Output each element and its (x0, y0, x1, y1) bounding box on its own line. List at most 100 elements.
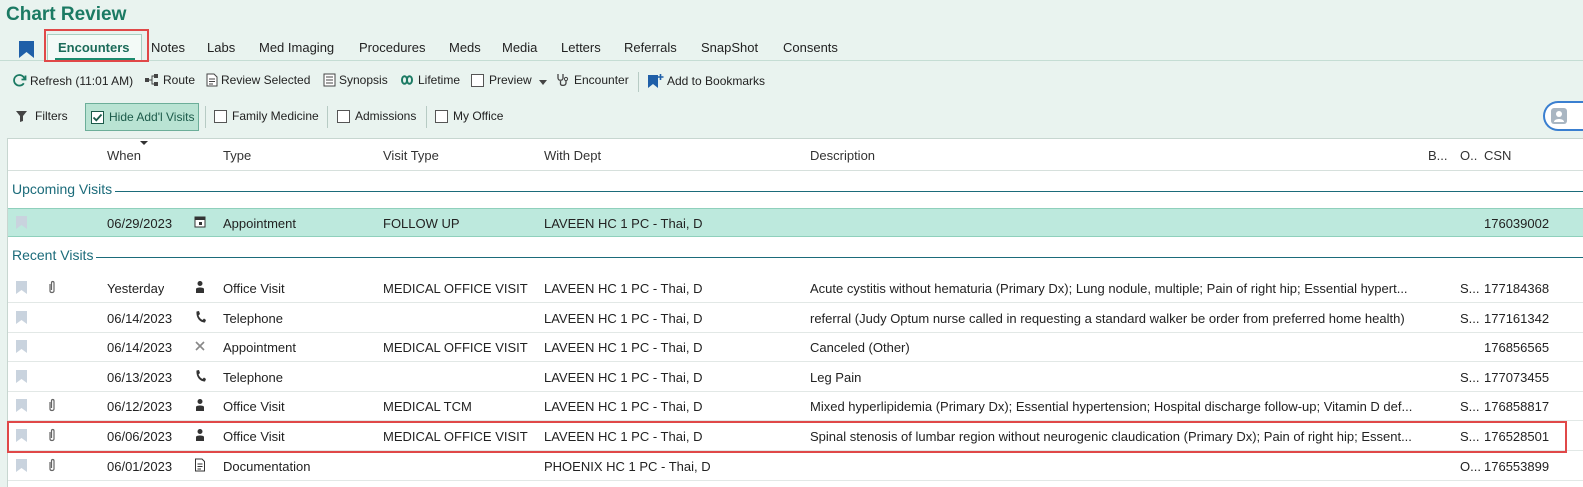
refresh-button[interactable]: Refresh (11:01 AM) (12, 73, 133, 88)
sort-descending-icon (140, 141, 148, 145)
tab-med-imaging[interactable]: Med Imaging (259, 40, 334, 55)
encounter-row[interactable]: 06/29/2023 Appointment FOLLOW UP LAVEEN HC … (8, 208, 1583, 237)
type-cell: Documentation (223, 458, 311, 474)
paperclip-icon (47, 458, 57, 476)
filter-divider (205, 106, 206, 128)
dept-cell: LAVEEN HC 1 PC - Thai, D (544, 340, 703, 356)
toolbar: Refresh (11:01 AM) Route Review Selected… (0, 70, 1583, 94)
b-cell: S... (1460, 399, 1480, 415)
description-cell: Acute cystitis without hematuria (Primar… (810, 281, 1408, 296)
column-csn[interactable]: CSN (1484, 148, 1511, 163)
column-with-dept[interactable]: With Dept (544, 148, 601, 163)
csn-cell: 177184368 (1484, 281, 1550, 296)
refresh-label: Refresh (11:01 AM) (30, 73, 134, 88)
recent-visits-label: Recent Visits (12, 247, 97, 263)
tab-media[interactable]: Media (502, 40, 537, 55)
my-office-checkbox-box[interactable] (435, 109, 448, 123)
b-cell: S... (1460, 310, 1480, 326)
dept-cell: LAVEEN HC 1 PC - Thai, D (544, 216, 703, 231)
chevron-down-icon[interactable] (539, 80, 547, 85)
my-office-label: My Office (453, 109, 504, 123)
tab-labs[interactable]: Labs (207, 40, 235, 55)
lifetime-icon (400, 75, 414, 85)
visit-type-cell: MEDICAL OFFICE VISIT (383, 281, 528, 296)
encounter-row[interactable]: Yesterday Office Visit MEDICAL OFFICE VISI… (8, 274, 1583, 303)
when-cell: 06/01/2023 (107, 458, 173, 474)
lifetime-label: Lifetime (418, 73, 461, 87)
flag-icon[interactable] (16, 399, 27, 413)
column-b[interactable]: B... (1428, 148, 1448, 163)
flag-icon[interactable] (16, 458, 27, 472)
route-icon (145, 74, 158, 86)
encounter-button[interactable]: Encounter (556, 73, 629, 87)
cancel-icon (194, 339, 206, 353)
filters-label: Filters (35, 109, 68, 123)
my-office-checkbox[interactable]: My Office (435, 109, 503, 123)
encounter-row[interactable]: 06/01/2023 Documentation PHOENIX HC 1 PC -… (8, 452, 1583, 481)
side-panel-button[interactable] (1543, 101, 1583, 131)
funnel-icon (16, 110, 27, 122)
paperclip-icon (47, 398, 57, 416)
column-o[interactable]: O.. (1460, 148, 1477, 163)
person-icon (194, 398, 206, 412)
paperclip-icon (47, 280, 57, 298)
dept-cell: LAVEEN HC 1 PC - Thai, D (544, 281, 703, 296)
phone-icon (194, 369, 206, 383)
tab-procedures[interactable]: Procedures (359, 40, 425, 55)
type-cell: Office Visit (223, 281, 285, 296)
upcoming-visits-label: Upcoming Visits (12, 181, 116, 197)
refresh-icon (13, 74, 27, 87)
admissions-checkbox[interactable]: Admissions (337, 109, 416, 123)
synopsis-button[interactable]: Synopsis (323, 73, 388, 87)
column-visit-type[interactable]: Visit Type (383, 148, 439, 163)
description-cell: referral (Judy Optum nurse called in req… (810, 310, 1405, 326)
route-button[interactable]: Route (144, 73, 195, 87)
csn-cell: 176553899 (1484, 458, 1550, 474)
contact-card-icon (1551, 108, 1567, 124)
encounter-row[interactable]: 06/14/2023 Telephone LAVEEN HC 1 PC - Thai… (8, 304, 1583, 333)
add-to-bookmarks-label: Add to Bookmarks (667, 74, 766, 88)
tab-consents[interactable]: Consents (783, 40, 838, 55)
review-selected-label: Review Selected (221, 73, 311, 87)
flag-icon[interactable] (16, 216, 27, 229)
toolbar-divider (638, 72, 639, 92)
flag-icon[interactable] (16, 340, 27, 354)
b-cell: S... (1460, 369, 1480, 385)
stethoscope-icon (557, 74, 569, 87)
preview-checkbox-box[interactable] (471, 73, 484, 87)
tab-meds[interactable]: Meds (449, 40, 481, 55)
filter-bar: Filters Hide Add'l Visits Family Medicin… (0, 102, 1583, 132)
tab-letters[interactable]: Letters (561, 40, 601, 55)
type-cell: Telephone (223, 369, 283, 385)
document-review-icon (206, 73, 218, 87)
encounter-row[interactable]: 06/13/2023 Telephone LAVEEN HC 1 PC - Thai… (8, 363, 1583, 392)
filters-button[interactable]: Filters (16, 109, 68, 123)
encounter-row[interactable]: 06/14/2023 Appointment MEDICAL OFFICE VISI… (8, 333, 1583, 363)
column-type[interactable]: Type (223, 148, 251, 163)
flag-icon[interactable] (16, 281, 27, 294)
review-selected-button[interactable]: Review Selected (206, 73, 310, 87)
encounter-row[interactable]: 06/12/2023 Office Visit MEDICAL TCM LAVEEN … (8, 392, 1583, 422)
bookmark-icon[interactable] (18, 40, 35, 59)
hide-addl-visits-checkbox[interactable] (91, 110, 104, 124)
csn-cell: 177161342 (1484, 310, 1550, 326)
tab-snapshot[interactable]: SnapShot (701, 40, 758, 55)
column-description[interactable]: Description (810, 148, 875, 163)
admissions-checkbox-box[interactable] (337, 109, 350, 123)
page-title: Chart Review (6, 4, 127, 25)
add-to-bookmarks-button[interactable]: Add to Bookmarks (647, 73, 765, 89)
encounter-label: Encounter (574, 73, 629, 87)
tab-notes[interactable]: Notes (151, 40, 185, 55)
lifetime-button[interactable]: Lifetime (399, 73, 460, 87)
family-medicine-checkbox[interactable]: Family Medicine (214, 109, 319, 123)
family-medicine-checkbox-box[interactable] (214, 109, 227, 123)
visit-type-cell: FOLLOW UP (383, 216, 460, 231)
dept-cell: LAVEEN HC 1 PC - Thai, D (544, 310, 703, 326)
flag-icon[interactable] (16, 369, 27, 383)
flag-icon[interactable] (16, 310, 27, 324)
tab-referrals[interactable]: Referrals (624, 40, 677, 55)
hide-addl-visits-toggle[interactable]: Hide Add'l Visits (85, 103, 199, 131)
visit-type-cell: MEDICAL TCM (383, 399, 472, 415)
column-when[interactable]: When (107, 148, 141, 163)
preview-checkbox[interactable]: Preview (471, 73, 532, 87)
